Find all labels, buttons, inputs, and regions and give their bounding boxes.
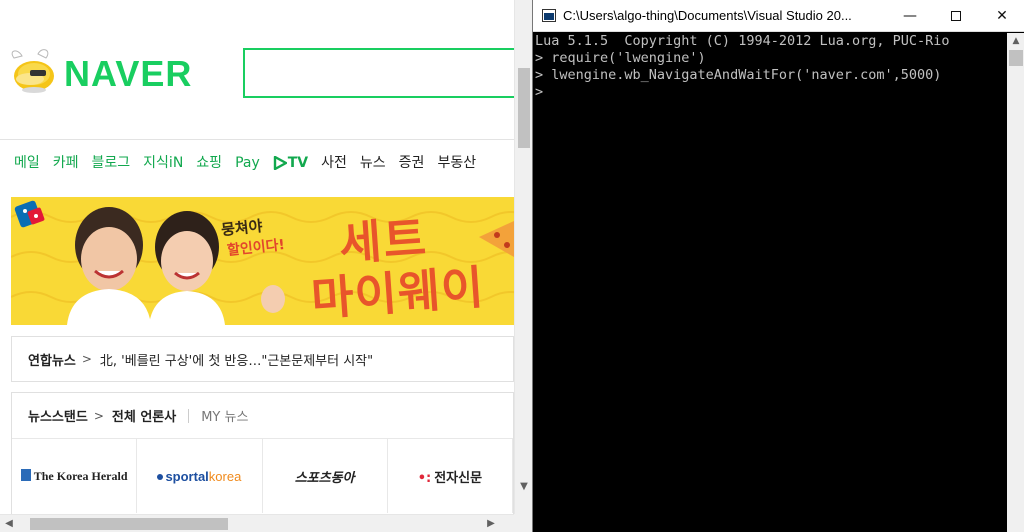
maximize-icon [951,11,961,21]
press-cell[interactable]: 스포츠동아 [263,439,388,513]
window-title: C:\Users\algo-thing\Documents\Visual Stu… [563,8,852,23]
dot-icon [157,473,164,480]
newsstand-header: 뉴스스탠드 > 전체 언론사 MY 뉴스 [12,393,513,439]
news-ticker[interactable]: 연합뉴스 > 北, '베를린 구상'에 첫 반응…"근본문제부터 시작" [11,336,514,382]
press-cell[interactable]: The Korea Herald [12,439,138,513]
arrow-left-icon[interactable]: ◀ [0,515,18,532]
nav-item-realestate[interactable]: 부동산 [437,140,476,186]
press-name: 전자신문 [434,470,483,486]
search-input[interactable] [243,48,532,98]
banner-headline-2: 마이웨이 [309,260,487,325]
korea-herald-icon [20,468,31,481]
scrollbar-corner [514,514,532,532]
console-prompt[interactable]: > [535,84,1007,101]
ad-banner[interactable]: 뭉쳐야 할인이다! 세트 마이웨이 [11,197,514,325]
naver-header: NAVER [0,0,532,140]
console-line: > require('lwengine') [535,50,706,66]
ticker-source[interactable]: 연합뉴스 [28,350,76,369]
press-name-part1: sportal [165,468,209,484]
close-button[interactable]: ✕ [979,0,1024,32]
nav-item-blog[interactable]: 블로그 [92,140,131,186]
nav-item-shopping[interactable]: 쇼핑 [196,140,222,186]
nav-item-mail[interactable]: 메일 [14,140,40,186]
korea-herald-logo: The Korea Herald [20,468,128,484]
play-triangle-icon [273,156,287,170]
arrow-up-icon[interactable]: ▲ [1007,33,1024,50]
press-name: The Korea Herald [33,468,128,483]
maximize-button[interactable] [933,0,979,32]
newsstand-title[interactable]: 뉴스스탠드 [28,406,88,425]
etnews-dots-icon: •: [417,470,432,486]
browser-horizontal-scrollbar[interactable]: ◀ ▶ [0,514,514,532]
console-line: > lwengine.wb_NavigateAndWaitFor('naver.… [535,67,942,83]
nav-item-kin[interactable]: 지식iN [143,140,183,186]
newsstand-tab-all[interactable]: 전체 언론사 [112,406,176,425]
console-vertical-scrollbar[interactable]: ▲ [1007,33,1024,532]
sportal-korea-logo: sportalkorea [157,469,241,484]
press-cell[interactable]: •: 전자신문 [388,439,513,513]
browser-window: NAVER 메일 카페 블로그 지식iN 쇼핑 Pay TV 사전 뉴스 증권 … [0,0,532,532]
naver-logo-text[interactable]: NAVER [64,54,192,94]
arrow-right-icon[interactable]: ▶ [482,515,500,532]
console-window: C:\Users\algo-thing\Documents\Visual Stu… [532,0,1024,532]
console-line: Lua 5.1.5 Copyright (C) 1994-2012 Lua.or… [535,33,950,49]
press-name-part2: korea [208,468,242,484]
nav-item-stock[interactable]: 증권 [399,140,425,186]
chevron-right-icon: > [93,408,104,423]
press-cell[interactable]: sportalkorea [137,439,263,513]
nav-item-cafe[interactable]: 카페 [53,140,79,186]
scrollbar-thumb[interactable] [30,518,228,530]
nav-item-tv-label: TV [287,155,309,171]
sports-donga-logo: 스포츠동아 [294,470,355,486]
press-grid: The Korea Herald sportalkorea 스포츠동아 •: 전자… [12,439,513,513]
nav-item-tv[interactable]: TV [273,140,308,186]
nav-item-pay[interactable]: Pay [235,140,260,186]
minimize-button[interactable]: — [887,0,933,32]
nav-item-dictionary[interactable]: 사전 [321,140,347,186]
service-nav: 메일 카페 블로그 지식iN 쇼핑 Pay TV 사전 뉴스 증권 부동산 [0,140,514,186]
divider [188,408,190,423]
chevron-right-icon: > [81,352,92,366]
ticker-headline[interactable]: 北, '베를린 구상'에 첫 반응…"근본문제부터 시작" [100,350,373,369]
domino-logo-icon [14,200,45,228]
console-window-icon[interactable] [542,9,556,22]
newsstand-panel: 뉴스스탠드 > 전체 언론사 MY 뉴스 The Korea Herald sp… [11,392,514,532]
etnews-logo: •: 전자신문 [418,467,482,486]
scrollbar-thumb[interactable] [1009,50,1023,66]
newsstand-tab-my[interactable]: MY 뉴스 [201,406,248,425]
console-output[interactable]: Lua 5.1.5 Copyright (C) 1994-2012 Lua.or… [533,33,1007,532]
console-titlebar[interactable]: C:\Users\algo-thing\Documents\Visual Stu… [533,0,1024,32]
arrow-down-icon[interactable]: ▼ [515,478,532,496]
naver-mascot-icon[interactable] [8,48,62,94]
nav-item-news[interactable]: 뉴스 [360,140,386,186]
browser-vertical-scrollbar[interactable]: ▼ [514,0,532,514]
scrollbar-thumb[interactable] [518,68,530,148]
